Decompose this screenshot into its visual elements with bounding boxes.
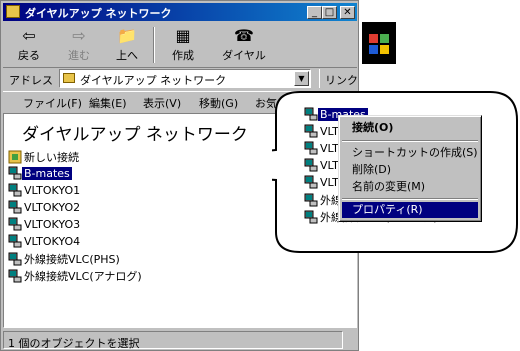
menu-item-properties[interactable]: プロパティ(R)	[342, 202, 478, 218]
menu-view[interactable]: 表示(V)	[143, 95, 181, 111]
list-item[interactable]: VLTOKYO3	[8, 217, 82, 233]
new-connection-icon	[8, 150, 22, 164]
status-pane: 1 個のオブジェクトを選択	[3, 331, 343, 350]
zoom-list-item: VLT	[304, 124, 341, 140]
computer-icon	[304, 158, 318, 172]
computer-icon	[304, 175, 318, 189]
list-item[interactable]: VLTOKYO1	[8, 183, 82, 199]
zoom-list-item: VLT	[304, 175, 341, 191]
list-item[interactable]: 外線接続VLC(PHS)	[8, 251, 122, 267]
computer-icon	[8, 269, 22, 283]
address-input[interactable]: ダイヤルアップ ネットワーク ▼	[59, 69, 311, 88]
title-bar[interactable]: ダイヤルアップ ネットワーク _ □ ✕	[3, 3, 357, 21]
computer-icon	[304, 141, 318, 155]
list-item[interactable]: VLTOKYO4	[8, 234, 82, 250]
computer-icon	[8, 183, 22, 197]
address-bar: アドレス ダイヤルアップ ネットワーク ▼	[3, 69, 357, 89]
computer-icon	[304, 124, 318, 138]
menu-file[interactable]: ファイル(F)	[23, 95, 82, 111]
up-button[interactable]: 📁 上へ	[107, 25, 147, 65]
forward-button[interactable]: ⇨ 進む	[59, 25, 99, 65]
maximize-button[interactable]: □	[322, 6, 337, 19]
zoom-list-item: VLT	[304, 141, 341, 157]
menu-item-delete[interactable]: 削除(D)	[342, 162, 478, 178]
back-button[interactable]: ⇦ 戻る	[9, 25, 49, 65]
computer-icon	[304, 210, 318, 224]
toolbar-separator	[153, 27, 155, 63]
menu-go[interactable]: 移動(G)	[199, 95, 238, 111]
up-folder-icon: 📁	[117, 26, 137, 45]
minimize-button[interactable]: _	[307, 6, 322, 19]
forward-arrow-icon: ⇨	[72, 26, 86, 45]
window-title: ダイヤルアップ ネットワーク	[25, 7, 172, 20]
dial-button[interactable]: ☎ ダイヤル	[217, 25, 271, 65]
create-icon: ▦	[175, 26, 191, 45]
list-item[interactable]: 外線接続VLC(アナログ)	[8, 268, 144, 284]
status-text: 1 個のオブジェクトを選択	[8, 337, 140, 350]
list-item[interactable]: B-mates	[8, 166, 72, 182]
computer-icon	[8, 234, 22, 248]
menu-item-connect[interactable]: 接続(O)	[342, 120, 478, 136]
dropdown-arrow-icon[interactable]: ▼	[294, 71, 309, 86]
back-arrow-icon: ⇦	[22, 26, 36, 45]
create-button[interactable]: ▦ 作成	[163, 25, 203, 65]
menu-separator	[342, 198, 478, 200]
computer-icon	[304, 107, 318, 121]
windows-logo-icon	[362, 22, 396, 64]
address-value: ダイヤルアップ ネットワーク	[80, 74, 227, 87]
status-bar: 1 個のオブジェクトを選択	[3, 331, 357, 350]
computer-icon	[8, 217, 22, 231]
folder-icon	[63, 73, 75, 83]
list-item[interactable]: VLTOKYO2	[8, 200, 82, 216]
computer-icon	[8, 166, 22, 180]
context-menu: 接続(O) ショートカットの作成(S) 削除(D) 名前の変更(M) プロパティ…	[338, 115, 482, 222]
toolbar: ⇦ 戻る ⇨ 進む 📁 上へ ▦ 作成 ☎ ダイヤル	[3, 23, 357, 68]
address-label: アドレス	[9, 74, 53, 87]
menu-item-rename[interactable]: 名前の変更(M)	[342, 179, 478, 195]
zoom-list-item: VLT	[304, 158, 341, 174]
computer-icon	[8, 200, 22, 214]
computer-icon	[304, 193, 318, 207]
close-button[interactable]: ✕	[340, 6, 355, 19]
links-button[interactable]: リンク	[319, 69, 358, 88]
phone-icon: ☎	[234, 26, 254, 45]
menu-item-create-shortcut[interactable]: ショートカットの作成(S)	[342, 145, 478, 161]
menu-edit[interactable]: 編集(E)	[89, 95, 127, 111]
computer-icon	[8, 252, 22, 266]
folder-heading: ダイヤルアップ ネットワーク	[22, 125, 248, 145]
folder-icon	[6, 5, 20, 18]
menu-separator	[342, 140, 478, 142]
list-item[interactable]: 新しい接続	[8, 149, 81, 165]
